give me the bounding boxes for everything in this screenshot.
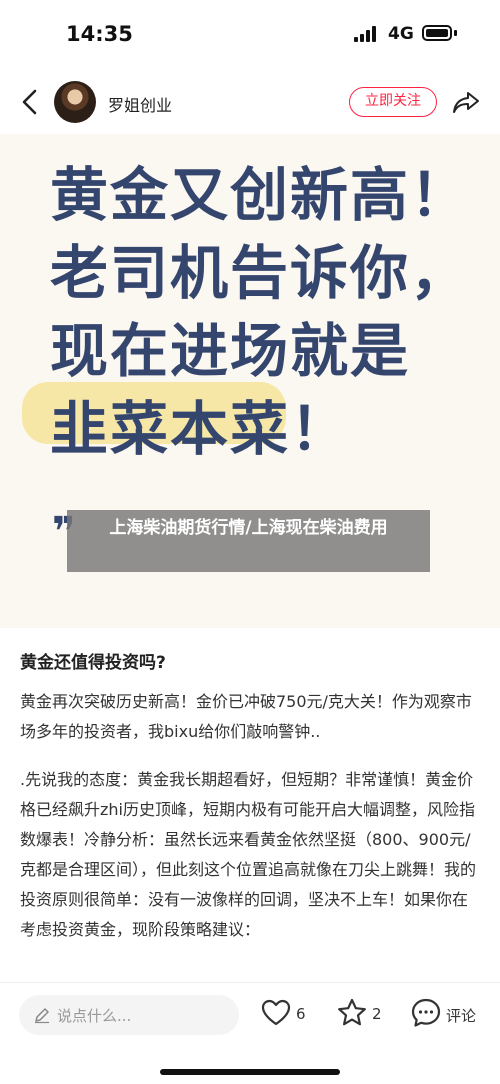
hero-line-2: 老司机告诉你， [50,239,471,307]
favorite-count: 2 [372,1005,382,1023]
hero-image: 黄金又创新高！ 老司机告诉你， 现在进场就是 韭菜本菜！ ❞ 上海柴油期货行情/… [0,134,500,628]
signal-icon [354,26,380,42]
article-paragraph: 黄金再次突破历史新高！金价已冲破750元/克大关！作为观察市场多年的投资者，我b… [20,692,472,741]
overlay-title: 上海柴油期货行情/上海现在柴油费用 [67,510,430,572]
hero-line-4: 韭菜本菜！ [50,395,351,463]
status-time: 14:35 [66,22,133,46]
avatar[interactable] [54,81,96,123]
comment-label: 评论 [446,1007,477,1025]
article-paragraph: .先说我的态度：黄金我长期超看好，但短期？非常谨慎！黄金价格已经飙升zhi历史顶… [20,770,477,939]
status-bar: 14:35 4G [0,0,500,70]
article-body: 黄金还值得投资吗? 黄金再次突破历史新高！金价已冲破750元/克大关！作为观察市… [20,640,482,963]
comment-placeholder: 说点什么... [57,1007,132,1025]
share-icon[interactable] [452,88,480,116]
author-name[interactable]: 罗姐创业 [108,92,172,116]
hero-line-1: 黄金又创新高！ [50,161,471,229]
battery-tip [454,30,457,36]
pencil-icon [35,1008,49,1024]
battery-icon [422,25,452,41]
nav-header: 罗姐创业 立即关注 [0,70,500,134]
article-heading: 黄金还值得投资吗? [20,653,166,673]
comment-icon [411,998,441,1027]
heart-icon [261,999,291,1026]
follow-button[interactable]: 立即关注 [349,87,437,117]
star-icon [338,998,366,1026]
like-button[interactable]: 6 [260,997,310,1031]
hero-line-3: 现在进场就是 [50,317,411,385]
like-count: 6 [296,1005,306,1023]
home-indicator [160,1069,340,1075]
comment-button[interactable]: 评论 [410,997,482,1031]
favorite-button[interactable]: 2 [336,997,386,1031]
network-label: 4G [388,24,414,44]
back-icon[interactable] [18,88,42,116]
comment-input[interactable]: 说点什么... [19,995,239,1035]
